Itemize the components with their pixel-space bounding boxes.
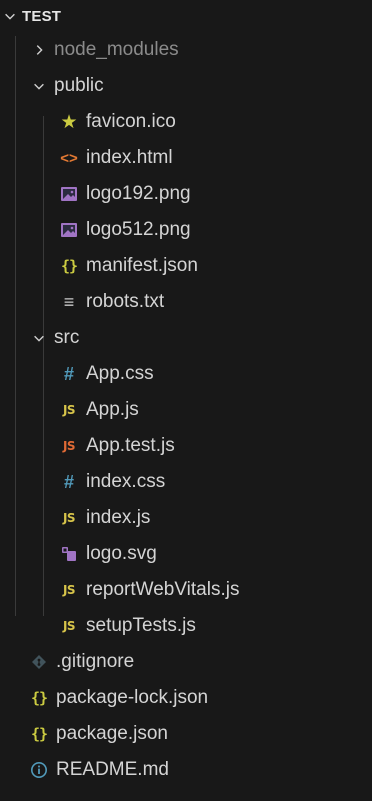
- file-app-js[interactable]: JS App.js: [0, 392, 372, 428]
- file-label: index.html: [86, 147, 173, 168]
- file-label: README.md: [56, 759, 169, 780]
- text-file-icon: ≡: [63, 292, 75, 312]
- star-icon: ★: [60, 111, 78, 133]
- file-setup-tests-js[interactable]: JS setupTests.js: [0, 608, 372, 644]
- image-icon: [58, 184, 80, 204]
- chevron-down-icon: [31, 330, 47, 346]
- folder-label: public: [54, 75, 104, 96]
- file-package-lock-json[interactable]: {} package-lock.json: [0, 680, 372, 716]
- file-app-test-js[interactable]: JS App.test.js: [0, 428, 372, 464]
- file-logo512-png[interactable]: logo512.png: [0, 212, 372, 248]
- file-robots-txt[interactable]: ≡ robots.txt: [0, 284, 372, 320]
- file-label: package.json: [56, 723, 168, 744]
- file-app-css[interactable]: # App.css: [0, 356, 372, 392]
- file-index-html[interactable]: <> index.html: [0, 140, 372, 176]
- file-logo-svg[interactable]: logo.svg: [0, 536, 372, 572]
- chevron-down-icon: [31, 78, 47, 94]
- file-label: logo.svg: [86, 543, 157, 564]
- file-label: robots.txt: [86, 291, 165, 312]
- file-favicon-ico[interactable]: ★ favicon.ico: [0, 104, 372, 140]
- file-label: logo512.png: [86, 219, 191, 240]
- file-label: package-lock.json: [56, 687, 209, 708]
- folder-src[interactable]: src: [0, 320, 372, 356]
- file-label: favicon.ico: [86, 111, 176, 132]
- file-label: manifest.json: [86, 255, 198, 276]
- js-icon: JS: [62, 511, 76, 525]
- file-index-js[interactable]: JS index.js: [0, 500, 372, 536]
- js-icon: JS: [62, 403, 76, 417]
- file-label: App.test.js: [86, 435, 175, 456]
- folder-label: node_modules: [54, 39, 179, 60]
- info-icon: [28, 760, 50, 780]
- json-icon: {}: [60, 256, 78, 275]
- folder-node-modules[interactable]: node_modules: [0, 32, 372, 68]
- file-label: App.css: [86, 363, 154, 384]
- css-icon: #: [63, 364, 74, 384]
- explorer-root-folder[interactable]: TEST: [0, 0, 372, 32]
- js-icon: JS: [62, 619, 76, 633]
- file-label: index.js: [86, 507, 151, 528]
- git-icon: [28, 652, 50, 672]
- image-icon: [58, 220, 80, 240]
- json-icon: {}: [30, 724, 48, 743]
- file-label: reportWebVitals.js: [86, 579, 240, 600]
- file-label: logo192.png: [86, 183, 191, 204]
- chevron-right-icon: [31, 42, 47, 58]
- chevron-down-icon: [2, 8, 18, 24]
- js-icon: JS: [62, 583, 76, 597]
- file-manifest-json[interactable]: {} manifest.json: [0, 248, 372, 284]
- file-readme-md[interactable]: README.md: [0, 752, 372, 788]
- json-icon: {}: [30, 688, 48, 707]
- file-package-json[interactable]: {} package.json: [0, 716, 372, 752]
- js-test-icon: JS: [62, 439, 76, 453]
- css-icon: #: [63, 472, 74, 492]
- file-explorer: TEST node_modules public ★ favicon.ico <…: [0, 0, 372, 801]
- html-icon: <>: [60, 149, 78, 167]
- file-gitignore[interactable]: .gitignore: [0, 644, 372, 680]
- file-label: .gitignore: [56, 651, 135, 672]
- svg-icon: [58, 544, 80, 564]
- folder-public[interactable]: public: [0, 68, 372, 104]
- file-label: App.js: [86, 399, 139, 420]
- file-index-css[interactable]: # index.css: [0, 464, 372, 500]
- root-folder-label: TEST: [22, 7, 62, 25]
- file-label: index.css: [86, 471, 166, 492]
- file-report-web-vitals-js[interactable]: JS reportWebVitals.js: [0, 572, 372, 608]
- folder-label: src: [54, 327, 80, 348]
- file-logo192-png[interactable]: logo192.png: [0, 176, 372, 212]
- file-label: setupTests.js: [86, 615, 196, 636]
